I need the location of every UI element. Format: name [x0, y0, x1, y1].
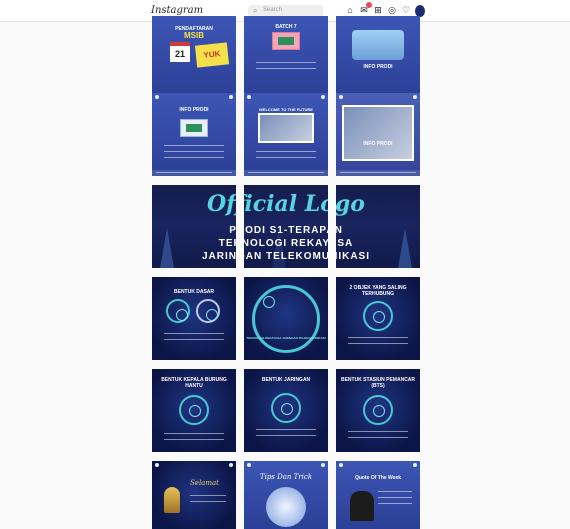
post-footer	[244, 170, 328, 176]
post-logo-emblem[interactable]: TEKNOLOGI REKAYASA JARINGAN TELEKOMUNIKA…	[244, 277, 328, 360]
calendar-icon: 21	[170, 42, 190, 62]
post-caption: BATCH 7	[275, 24, 297, 30]
search-placeholder: Search	[263, 7, 283, 13]
post-caption: Tips Dan Trick	[259, 473, 313, 481]
post-footer	[336, 170, 420, 176]
banner-line: TEKNOLOGI REKAYASA	[218, 238, 354, 249]
post-illustration	[272, 32, 300, 50]
post-info-photo[interactable]: INFO PRODI	[336, 93, 420, 176]
post-info-prodi[interactable]: INFO PRODI	[152, 93, 236, 176]
home-icon[interactable]: ⌂	[345, 4, 355, 16]
post-caption: Selamat	[190, 479, 219, 487]
post-official-logo-banner[interactable]: Official Logo PRODI S1-TERAPAN TEKNOLOGI…	[152, 185, 420, 268]
post-caption: BENTUK STASIUN PEMANCAR (BTS)	[340, 377, 416, 389]
logo-emblem	[271, 393, 301, 423]
banner-line: PRODI S1-TERAPAN	[229, 225, 343, 236]
post-photo	[342, 105, 414, 161]
post-objek[interactable]: 2 OBJEK YANG SALING TERHUBUNG	[336, 277, 420, 360]
post-stasiun[interactable]: BENTUK STASIUN PEMANCAR (BTS)	[336, 369, 420, 452]
post-portrait	[350, 491, 374, 521]
yuk-sticker: YUK	[194, 42, 230, 68]
search-icon: ⌕	[253, 6, 258, 15]
post-welcome[interactable]: WELCOME TO THE FUTURE	[244, 93, 328, 176]
trophy-icon	[164, 487, 180, 513]
banner-line: JARINGAN TELEKOMUNIKASI	[201, 251, 370, 262]
explore-icon[interactable]: ◎	[387, 4, 397, 16]
post-burung-hantu[interactable]: BENTUK KEPALA BURUNG HANTU	[152, 369, 236, 452]
post-caption: INFO PRODI	[363, 64, 393, 70]
post-tips-trick[interactable]: Tips Dan Trick	[244, 461, 328, 529]
messenger-icon[interactable]: ✉	[359, 2, 372, 16]
banner-title: Official Logo	[207, 191, 365, 217]
activity-icon[interactable]: ♡	[401, 4, 411, 16]
post-msib[interactable]: PENDAFTARAN MSIB 21 YUK	[152, 16, 236, 99]
post-caption: Quote Of The Week	[354, 475, 402, 481]
laptop-icon	[180, 119, 208, 137]
post-caption: WELCOME TO THE FUTURE	[259, 107, 313, 112]
post-illustration	[266, 487, 306, 527]
globe-icon	[196, 299, 220, 323]
post-selamat[interactable]: Selamat	[152, 461, 236, 529]
post-caption: MSIB	[184, 31, 204, 40]
logo-emblem	[252, 285, 320, 353]
post-batch[interactable]: BATCH 7	[244, 16, 328, 99]
post-footer	[152, 170, 236, 176]
post-illustration	[352, 30, 404, 60]
instagram-logo[interactable]: Instagram	[151, 5, 203, 16]
post-caption: BENTUK KEPALA BURUNG HANTU	[161, 377, 227, 389]
post-bentuk-dasar[interactable]: BENTUK DASAR	[152, 277, 236, 360]
post-quote[interactable]: Quote Of The Week	[336, 461, 420, 529]
post-caption: INFO PRODI	[179, 107, 209, 113]
new-post-icon[interactable]: ⊞	[373, 4, 383, 16]
logo-emblem	[363, 301, 393, 331]
logo-emblem	[179, 395, 209, 425]
logo-emblem	[363, 395, 393, 425]
emblem-ring-text: TEKNOLOGI REKAYASA JARINGAN TELEKOMUNIKA…	[246, 336, 326, 340]
post-jaringan[interactable]: BENTUK JARINGAN	[244, 369, 328, 452]
logo-emblem	[166, 299, 190, 323]
post-caption: INFO PRODI	[363, 141, 393, 147]
post-photo	[258, 113, 314, 143]
post-info-1[interactable]: INFO PRODI	[336, 16, 420, 99]
notification-badge	[366, 2, 372, 8]
post-caption: BENTUK JARINGAN	[261, 377, 311, 383]
post-caption: BENTUK DASAR	[174, 289, 214, 295]
post-caption: 2 OBJEK YANG SALING TERHUBUNG	[349, 285, 407, 297]
